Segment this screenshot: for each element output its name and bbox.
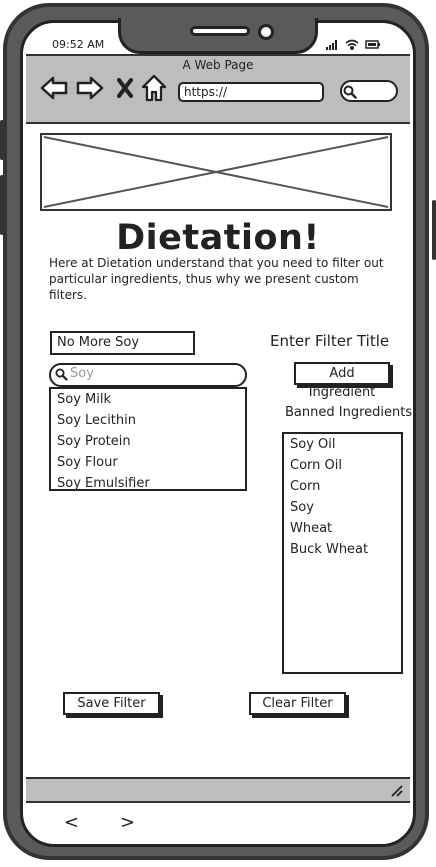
notch	[118, 18, 318, 54]
list-item[interactable]: Soy Emulsifier	[51, 473, 245, 489]
search-icon	[55, 368, 68, 381]
nav-back-button[interactable]: <	[64, 812, 79, 833]
search-icon	[343, 85, 357, 99]
browser-bottom-bar	[26, 777, 410, 803]
filter-title-label: Enter Filter Title	[270, 332, 390, 350]
list-item[interactable]: Buck Wheat	[284, 539, 401, 560]
forward-arrow-icon[interactable]	[76, 75, 104, 101]
banned-ingredients-list: Soy Oil Corn Oil Corn Soy Wheat Buck Whe…	[282, 432, 403, 674]
list-item[interactable]: Soy Lecithin	[51, 410, 245, 431]
clear-filter-button[interactable]: Clear Filter	[249, 692, 346, 715]
list-item[interactable]: Wheat	[284, 518, 401, 539]
home-icon[interactable]	[141, 74, 167, 102]
wifi-icon	[345, 39, 359, 50]
camera	[258, 24, 274, 40]
banned-ingredients-label: Banned Ingredients	[285, 405, 413, 420]
list-item[interactable]: Corn Oil	[284, 455, 401, 476]
list-item[interactable]: Soy Oil	[284, 434, 401, 455]
signal-icon	[326, 40, 337, 50]
speaker	[190, 26, 250, 36]
list-item[interactable]: Corn	[284, 476, 401, 497]
headline: Dietation!	[116, 218, 320, 258]
list-item[interactable]: Soy	[284, 497, 401, 518]
url-field[interactable]: https://	[178, 82, 324, 102]
battery-icon	[365, 40, 380, 49]
list-item[interactable]: Soy Milk	[51, 389, 245, 410]
banner-image-placeholder	[40, 133, 392, 211]
page-title: A Web Page	[182, 58, 254, 72]
status-icons	[326, 39, 380, 50]
filter-title-field[interactable]: No More Soy	[50, 331, 195, 355]
intro-text: Here at Dietation understand that you ne…	[49, 256, 384, 302]
close-icon[interactable]	[116, 77, 134, 99]
side-button	[0, 120, 4, 160]
suggestion-list: Soy Milk Soy Lecithin Soy Protein Soy Fl…	[49, 387, 247, 491]
image-placeholder-icon	[43, 136, 389, 208]
status-time: 09:52 AM	[52, 38, 105, 51]
nav-forward-button[interactable]: >	[120, 812, 135, 833]
resize-handle-icon[interactable]	[390, 784, 404, 798]
back-arrow-icon[interactable]	[40, 75, 68, 101]
search-placeholder: Soy	[70, 366, 94, 381]
list-item[interactable]: Soy Flour	[51, 452, 245, 473]
list-item[interactable]: Soy Protein	[51, 431, 245, 452]
add-ingredient-button[interactable]: Add Ingredient	[294, 362, 390, 400]
save-filter-button[interactable]: Save Filter	[63, 692, 160, 715]
